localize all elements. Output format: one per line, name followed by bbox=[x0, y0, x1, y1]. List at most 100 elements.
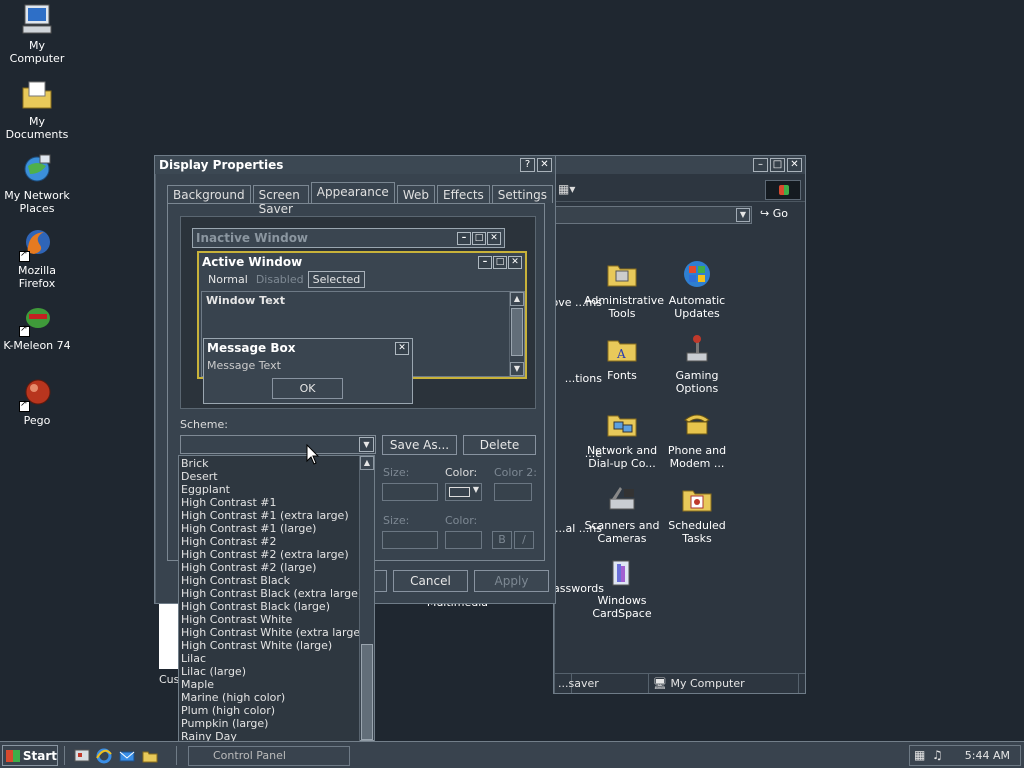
ok-preview-button: OK bbox=[272, 378, 343, 399]
clock[interactable]: 5:44 AM bbox=[965, 749, 1010, 762]
scheme-option[interactable]: High Contrast White (extra large) bbox=[181, 626, 374, 639]
scheme-option[interactable]: Lilac bbox=[181, 652, 374, 665]
tab-settings[interactable]: Settings bbox=[491, 185, 553, 203]
network-tray-icon[interactable]: ▦ bbox=[914, 748, 925, 762]
close-button[interactable]: ✕ bbox=[537, 158, 552, 172]
chevron-down-icon[interactable]: ▼ bbox=[736, 208, 750, 222]
cancel-button[interactable]: Cancel bbox=[393, 570, 468, 592]
internet-explorer-icon[interactable] bbox=[96, 748, 112, 764]
cp-item-network-dialup[interactable]: Network and Dial-up Co... bbox=[584, 408, 660, 470]
scheme-option[interactable]: Brick bbox=[181, 457, 374, 470]
show-desktop-icon[interactable] bbox=[74, 748, 90, 764]
scheme-option[interactable]: High Contrast #1 (large) bbox=[181, 522, 374, 535]
chevron-down-icon[interactable]: ▼ bbox=[359, 437, 374, 452]
shortcut-arrow-icon bbox=[19, 399, 30, 412]
close-button[interactable]: ✕ bbox=[787, 158, 802, 172]
go-button[interactable]: ↪ Go bbox=[760, 207, 788, 220]
explorer-status-bar: ...saver 🖥 My Computer bbox=[554, 673, 805, 693]
windows-logo-icon bbox=[765, 180, 801, 200]
scheme-option[interactable]: High Contrast #2 bbox=[181, 535, 374, 548]
tab-background[interactable]: Background bbox=[167, 185, 251, 203]
tab-screen-saver[interactable]: Screen Saver bbox=[252, 185, 309, 216]
go-arrow-icon: ↪ bbox=[760, 207, 770, 220]
firefox-icon bbox=[19, 227, 54, 262]
network-globe-icon bbox=[20, 152, 54, 186]
start-button[interactable]: Start bbox=[2, 745, 58, 766]
desktop-icon-my-computer[interactable]: My Computer bbox=[0, 2, 74, 65]
scheme-option[interactable]: High Contrast White (large) bbox=[181, 639, 374, 652]
item-size-spinner[interactable] bbox=[382, 483, 438, 501]
scheme-select[interactable]: ▼ bbox=[180, 435, 376, 454]
tab-web[interactable]: Web bbox=[396, 185, 435, 203]
outlook-express-icon[interactable] bbox=[119, 748, 135, 764]
font-color-button[interactable] bbox=[445, 531, 482, 549]
cp-item-fonts[interactable]: A Fonts bbox=[584, 333, 660, 382]
tab-appearance[interactable]: Appearance bbox=[310, 182, 395, 203]
item-color-button[interactable]: ▼ bbox=[445, 483, 482, 501]
views-menu-icon[interactable]: ▦▾ bbox=[558, 182, 580, 198]
scheme-option[interactable]: Maple bbox=[181, 678, 374, 691]
cp-item-scheduled-tasks[interactable]: Scheduled Tasks bbox=[659, 483, 735, 545]
save-as-button[interactable]: Save As... bbox=[382, 435, 457, 455]
desktop-icon-label: My Documents bbox=[5, 115, 69, 141]
scheme-option[interactable]: Plum (high color) bbox=[181, 704, 374, 717]
dialog-tabs: Background Screen Saver Appearance Web E… bbox=[167, 182, 555, 216]
font-size-label: Size: bbox=[383, 514, 410, 527]
item-color-label: Color: bbox=[445, 466, 478, 479]
windows-update-globe-icon bbox=[681, 258, 713, 290]
scheme-option[interactable]: Pumpkin (large) bbox=[181, 717, 374, 730]
cp-item-administrative-tools[interactable]: Administrative Tools bbox=[584, 258, 665, 320]
delete-button[interactable]: Delete bbox=[463, 435, 536, 455]
cp-item-phone-modem[interactable]: Phone and Modem ... bbox=[659, 408, 735, 470]
scheme-option[interactable]: High Contrast Black bbox=[181, 574, 374, 587]
scheme-option[interactable]: High Contrast White bbox=[181, 613, 374, 626]
scroll-thumb[interactable] bbox=[361, 644, 373, 740]
scheme-option[interactable]: High Contrast Black (large) bbox=[181, 600, 374, 613]
tab-effects[interactable]: Effects bbox=[436, 185, 490, 203]
cp-item-scanners-cameras[interactable]: Scanners and Cameras bbox=[584, 483, 660, 545]
help-button[interactable]: ? bbox=[520, 158, 535, 172]
taskbar-button-control-panel[interactable]: Control Panel bbox=[188, 746, 350, 766]
scroll-up-icon[interactable]: ▲ bbox=[360, 456, 374, 470]
cardspace-icon bbox=[606, 558, 638, 590]
cp-item-automatic-updates[interactable]: Automatic Updates bbox=[659, 258, 735, 320]
scheme-option[interactable]: High Contrast #1 (extra large) bbox=[181, 509, 374, 522]
apply-button[interactable]: Apply bbox=[474, 570, 549, 592]
volume-tray-icon[interactable]: ♫ bbox=[932, 748, 943, 762]
maximize-icon: □ bbox=[472, 231, 486, 245]
desktop-icon-k-meleon[interactable]: K-Meleon 74 bbox=[0, 302, 74, 352]
maximize-button[interactable]: □ bbox=[770, 158, 785, 172]
cp-item-label: Scheduled Tasks bbox=[668, 519, 726, 545]
scheme-option[interactable]: Marine (high color) bbox=[181, 691, 374, 704]
font-size-select[interactable] bbox=[382, 531, 438, 549]
cp-item-gaming-options[interactable]: Gaming Options bbox=[659, 333, 735, 395]
scheme-option[interactable]: High Contrast #1 bbox=[181, 496, 374, 509]
scheme-option[interactable]: High Contrast #2 (large) bbox=[181, 561, 374, 574]
desktop-icon-my-documents[interactable]: My Documents bbox=[0, 78, 74, 141]
desktop-icon-pego[interactable]: Pego bbox=[0, 377, 74, 427]
italic-button[interactable]: / bbox=[514, 531, 534, 549]
scheme-option[interactable]: Lilac (large) bbox=[181, 665, 374, 678]
address-input[interactable]: ▼ bbox=[554, 206, 752, 224]
explorer-folder-icon[interactable] bbox=[142, 748, 158, 764]
folder-documents-icon bbox=[20, 78, 54, 112]
scheme-option[interactable]: Desert bbox=[181, 470, 374, 483]
scheme-list-scrollbar[interactable]: ▲ ▼ bbox=[359, 456, 374, 754]
status-spacer bbox=[572, 674, 649, 693]
scheme-option[interactable]: Eggplant bbox=[181, 483, 374, 496]
scheme-dropdown-list[interactable]: Brick Desert Eggplant High Contrast #1 High … bbox=[178, 455, 375, 756]
bold-button[interactable]: B bbox=[492, 531, 512, 549]
desktop-icon-my-network-places[interactable]: My Network Places bbox=[0, 152, 74, 215]
item-color2-button[interactable] bbox=[494, 483, 532, 501]
cp-item-label: Administrative Tools bbox=[584, 294, 665, 320]
scheme-option[interactable]: High Contrast #2 (extra large) bbox=[181, 548, 374, 561]
taskbar-separator bbox=[64, 746, 66, 765]
desktop-icon-label: K-Meleon 74 bbox=[3, 339, 71, 352]
address-bar: ▼ ↪ Go bbox=[554, 202, 805, 228]
appearance-preview[interactable]: Inactive Window – □ ✕ Active Window – □ … bbox=[180, 216, 536, 409]
cp-item-label: Fonts bbox=[607, 369, 637, 382]
cp-item-windows-cardspace[interactable]: Windows CardSpace bbox=[584, 558, 660, 620]
scheme-option[interactable]: High Contrast Black (extra large) bbox=[181, 587, 374, 600]
minimize-button[interactable]: – bbox=[753, 158, 768, 172]
desktop-icon-mozilla-firefox[interactable]: Mozilla Firefox bbox=[0, 227, 74, 290]
